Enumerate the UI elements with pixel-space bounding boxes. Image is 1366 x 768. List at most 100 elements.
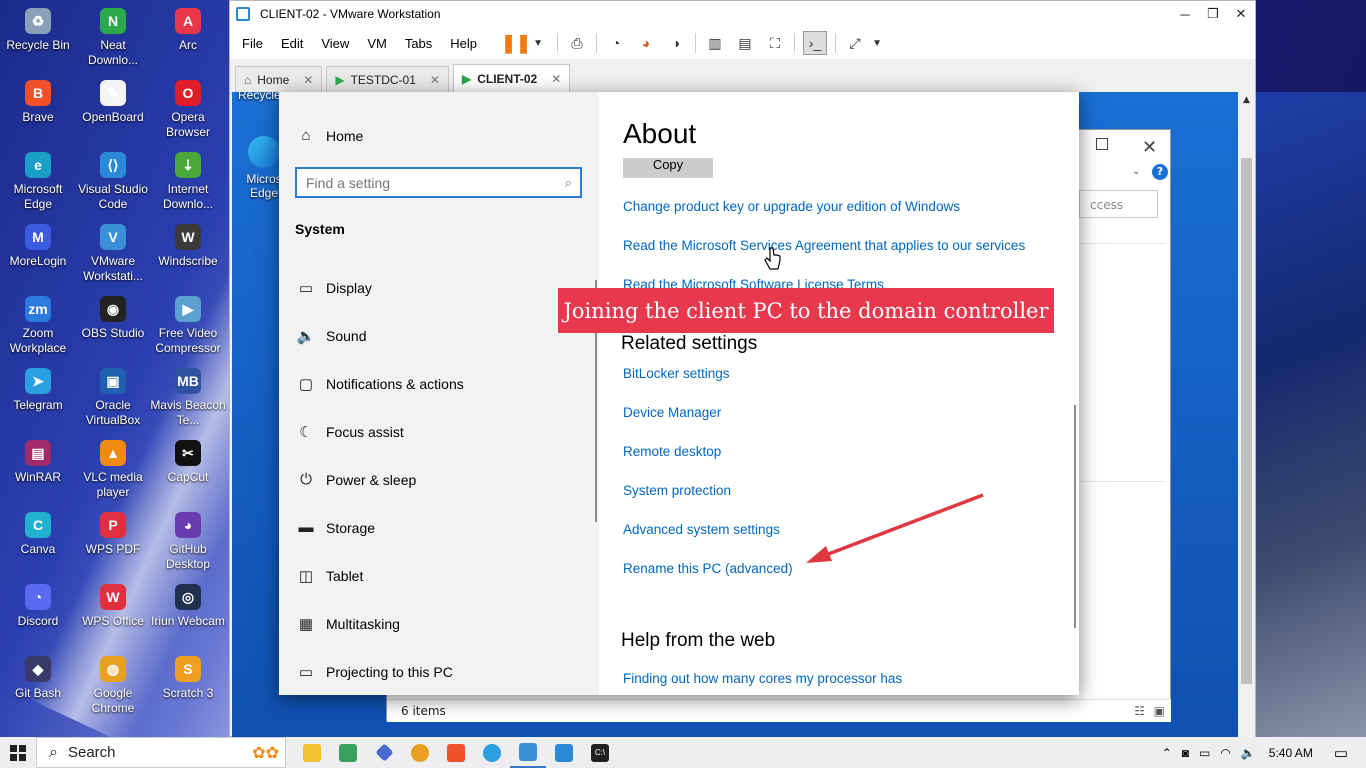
desktop-icon[interactable]: ▣ Oracle VirtualBox	[75, 368, 151, 428]
chevron-up-icon[interactable]: ▲	[1238, 92, 1255, 105]
desktop-icon[interactable]: C Canva	[0, 512, 76, 557]
tab-client-02[interactable]: ▶ CLIENT-02 ✕	[452, 64, 571, 93]
close-icon[interactable]: ✕	[551, 72, 561, 86]
scrollbar-thumb[interactable]	[1241, 158, 1252, 684]
sidebar-item-sound[interactable]: 🔈 Sound	[295, 327, 367, 345]
link-system-protection[interactable]: System protection	[623, 483, 731, 498]
snapshot-icon[interactable]: ◔	[605, 32, 627, 54]
app-taskbar-icon[interactable]	[330, 737, 366, 768]
explorer-search-input[interactable]: ccess	[1079, 190, 1158, 218]
search-input[interactable]	[297, 173, 565, 192]
notification-icon[interactable]: ▭	[1334, 744, 1348, 762]
library-view-icon[interactable]: ▥	[704, 32, 726, 54]
desktop-icon[interactable]: ◎ Iriun Webcam	[150, 584, 226, 629]
desktop-icon[interactable]: ▶ Free Video Compressor	[150, 296, 226, 356]
menu-view[interactable]: View	[315, 36, 355, 51]
sidebar-item-tablet[interactable]: ◫ Tablet	[295, 567, 363, 585]
tab-home[interactable]: ⌂ Home ✕	[235, 66, 323, 93]
desktop-icon[interactable]: ⟨⟩ Visual Studio Code	[75, 152, 151, 212]
snapshot-manager-icon[interactable]: ◑	[665, 32, 687, 54]
volume-icon[interactable]: 🔈	[1241, 746, 1256, 760]
link-rename-pc[interactable]: Rename this PC (advanced)	[623, 561, 793, 576]
desktop-icon[interactable]: ⇣ Internet Downlo...	[150, 152, 226, 212]
chevron-up-icon[interactable]: ⌃	[1162, 746, 1172, 760]
sidebar-item-projecting[interactable]: ▭ Projecting to this PC	[295, 663, 453, 681]
link-services-agreement[interactable]: Read the Microsoft Services Agreement th…	[623, 238, 1025, 253]
vscode-taskbar-icon[interactable]	[546, 737, 582, 768]
send-keys-icon[interactable]: ⎙	[566, 32, 588, 54]
sidebar-item-notifications[interactable]: ▢ Notifications & actions	[295, 375, 464, 393]
sidebar-item-display[interactable]: ▭ Display	[295, 279, 372, 297]
app-taskbar-icon[interactable]	[366, 737, 402, 768]
terminal-taskbar-icon[interactable]: C:\	[582, 737, 618, 768]
desktop-icon[interactable]: S Scratch 3	[150, 656, 226, 701]
close-icon[interactable]: ✕	[1142, 137, 1157, 158]
chrome-taskbar-icon[interactable]	[402, 737, 438, 768]
stretch-icon[interactable]: ⤢	[844, 32, 866, 54]
start-button[interactable]	[0, 737, 36, 768]
sidebar-item-home[interactable]: ⌂ Home	[295, 127, 363, 144]
desktop-icon[interactable]: N Neat Downlo...	[75, 8, 151, 68]
desktop-icon[interactable]: ▲ VLC media player	[75, 440, 151, 500]
desktop-icon[interactable]: ♻ Recycle Bin	[0, 8, 76, 53]
close-icon[interactable]: ✕	[430, 73, 440, 87]
desktop-icon[interactable]: MB Mavis Beacon Te...	[150, 368, 226, 428]
desktop-icon[interactable]: ◆ Git Bash	[0, 656, 76, 701]
maximize-icon[interactable]: ❐	[1201, 6, 1225, 22]
thumbnail-view-icon[interactable]: ▤	[734, 32, 756, 54]
sidebar-item-power-sleep[interactable]: ⏻ Power & sleep	[295, 471, 416, 488]
desktop-icon[interactable]: zm Zoom Workplace	[0, 296, 76, 356]
link-device-manager[interactable]: Device Manager	[623, 405, 721, 420]
guest-icon-edge[interactable]: Micros Edge	[244, 136, 284, 200]
guest-icon-recycle[interactable]: Recycle	[238, 92, 281, 102]
desktop-icon[interactable]: W WPS Office	[75, 584, 151, 629]
desktop-icon[interactable]: ▤ WinRAR	[0, 440, 76, 485]
desktop-icon[interactable]: ◉ OBS Studio	[75, 296, 151, 341]
fullscreen-icon[interactable]: ⛶	[764, 32, 786, 54]
telegram-taskbar-icon[interactable]	[474, 737, 510, 768]
battery-icon[interactable]: ▭	[1199, 746, 1210, 760]
file-explorer-taskbar-icon[interactable]	[294, 737, 330, 768]
desktop-icon[interactable]: ✂ CapCut	[150, 440, 226, 485]
desktop-icon[interactable]: W Windscribe	[150, 224, 226, 269]
minimize-icon[interactable]: ─	[1173, 7, 1197, 22]
desktop-icon[interactable]: ◔ Discord	[0, 584, 76, 629]
vmware-taskbar-icon[interactable]	[510, 737, 546, 768]
content-scrollbar[interactable]	[1074, 405, 1076, 628]
close-icon[interactable]: ✕	[1229, 6, 1253, 22]
menu-tabs[interactable]: Tabs	[399, 36, 438, 51]
desktop-icon[interactable]: B Brave	[0, 80, 76, 125]
taskbar-search[interactable]: ⌕ Search ✿✿	[36, 737, 286, 768]
link-change-product-key[interactable]: Change product key or upgrade your editi…	[623, 199, 960, 214]
desktop-icon[interactable]: M MoreLogin	[0, 224, 76, 269]
brave-taskbar-icon[interactable]	[438, 737, 474, 768]
link-advanced-system-settings[interactable]: Advanced system settings	[623, 522, 780, 537]
console-view-icon[interactable]: ›_	[803, 31, 828, 55]
desktop-icon[interactable]: ➤ Telegram	[0, 368, 76, 413]
sidebar-item-focus-assist[interactable]: ☾ Focus assist	[295, 423, 404, 441]
desktop-icon[interactable]: ◍ Google Chrome	[75, 656, 151, 716]
wifi-icon[interactable]: ◠	[1220, 746, 1230, 760]
search-field[interactable]: ⌕	[295, 167, 582, 198]
desktop-icon[interactable]: ◕ GitHub Desktop	[150, 512, 226, 572]
link-bitlocker[interactable]: BitLocker settings	[623, 366, 730, 381]
desktop-icon[interactable]: O Opera Browser	[150, 80, 226, 140]
desktop-icon[interactable]: e Microsoft Edge	[0, 152, 76, 212]
menu-vm[interactable]: VM	[361, 36, 393, 51]
desktop-icon[interactable]: ✎ OpenBoard	[75, 80, 151, 125]
menu-edit[interactable]: Edit	[275, 36, 309, 51]
tab-testdc-01[interactable]: ▶ TESTDC-01 ✕	[326, 66, 449, 93]
menu-help[interactable]: Help	[444, 36, 483, 51]
desktop-icon[interactable]: V VMware Workstati...	[75, 224, 151, 284]
camera-icon[interactable]: ◙	[1182, 746, 1189, 760]
clock[interactable]: 5:40 AM	[1269, 746, 1313, 760]
chevron-down-icon[interactable]: ▼	[866, 32, 888, 54]
link-remote-desktop[interactable]: Remote desktop	[623, 444, 721, 459]
large-icons-view-icon[interactable]: ▣	[1154, 700, 1165, 722]
desktop-icon[interactable]: P WPS PDF	[75, 512, 151, 557]
details-view-icon[interactable]: ☷	[1134, 700, 1145, 722]
help-icon[interactable]: ?	[1152, 164, 1168, 180]
maximize-icon[interactable]	[1096, 138, 1108, 150]
sidebar-item-storage[interactable]: ▬ Storage	[295, 519, 376, 536]
pause-icon[interactable]: ❚❚	[501, 32, 531, 54]
